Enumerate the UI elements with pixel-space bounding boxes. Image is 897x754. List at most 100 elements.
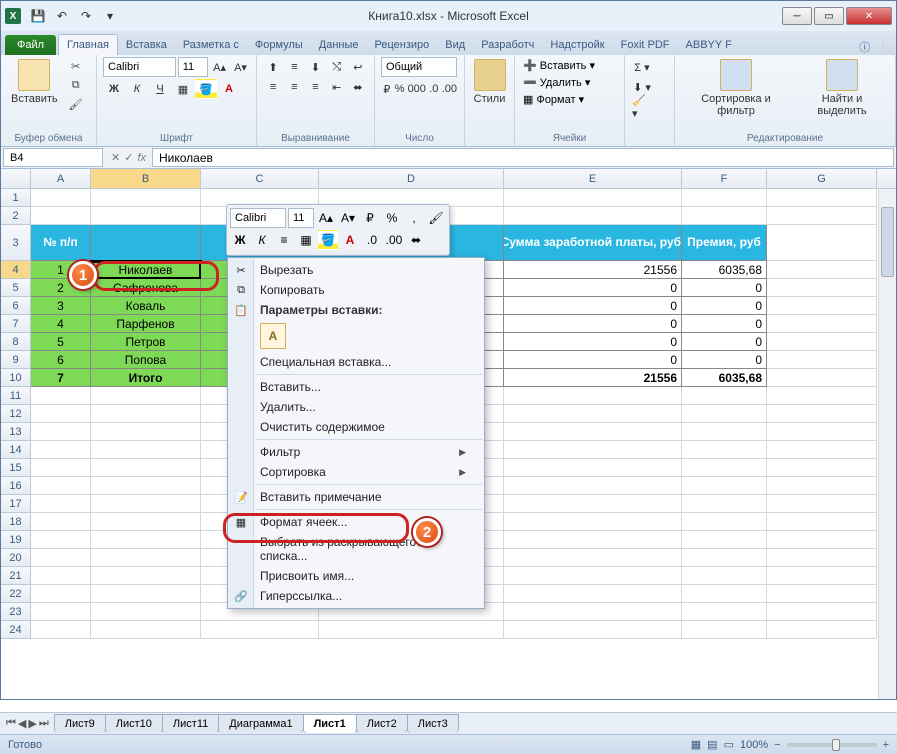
mini-inc-dec-icon[interactable]: .0 [362, 230, 382, 250]
mini-grow-font-icon[interactable]: A▴ [316, 208, 336, 228]
tab-insert[interactable]: Вставка [118, 35, 175, 55]
shrink-font-icon[interactable]: A▾ [231, 57, 250, 77]
paste-button[interactable]: Вставить [7, 57, 62, 107]
sheet-tab[interactable]: Лист10 [105, 714, 163, 733]
mini-italic-icon[interactable]: К [252, 230, 272, 250]
th-bonus[interactable]: Премия, руб [682, 225, 767, 261]
mini-percent-icon[interactable]: % [382, 208, 402, 228]
minimize-button[interactable]: ─ [782, 7, 812, 25]
format-painter-icon[interactable]: 🖌 [66, 95, 86, 113]
row-header[interactable]: 3 [1, 225, 31, 261]
col-header-b[interactable]: B [91, 169, 201, 188]
cm-delete[interactable]: Удалить... [228, 397, 484, 417]
col-header-g[interactable]: G [767, 169, 877, 188]
underline-button[interactable]: Ч [149, 79, 171, 99]
cm-hyperlink[interactable]: 🔗Гиперссылка... [228, 586, 484, 606]
row-header[interactable]: 2 [1, 207, 31, 225]
number-format-combo[interactable]: Общий [381, 57, 457, 77]
tab-layout[interactable]: Разметка с [175, 35, 247, 55]
italic-button[interactable]: К [126, 79, 148, 99]
close-button[interactable]: ✕ [846, 7, 892, 25]
decrease-decimal-icon[interactable]: .00 [441, 79, 458, 99]
percent-icon[interactable]: % [394, 79, 406, 99]
minimize-ribbon-icon[interactable]: ⓘ [859, 39, 870, 55]
file-tab[interactable]: Файл [5, 35, 56, 55]
cells-delete[interactable]: ➖ Удалить ▾ [521, 74, 618, 91]
sheet-tab[interactable]: Лист11 [162, 714, 219, 733]
sheet-tab[interactable]: Лист9 [54, 714, 106, 733]
maximize-button[interactable]: ▭ [814, 7, 844, 25]
clear-icon[interactable]: 🧹 ▾ [631, 97, 653, 117]
mini-shrink-font-icon[interactable]: A▾ [338, 208, 358, 228]
table-cell[interactable]: 21556 [504, 261, 682, 279]
th-name[interactable] [91, 225, 201, 261]
cm-paste-option-a[interactable]: А [228, 320, 484, 352]
tab-foxit[interactable]: Foxit PDF [613, 35, 678, 55]
mini-font-color-icon[interactable]: А [340, 230, 360, 250]
grow-font-icon[interactable]: A▴ [210, 57, 229, 77]
tab-abbyy[interactable]: ABBYY F [678, 35, 740, 55]
mini-comma-icon[interactable]: , [404, 208, 424, 228]
tab-developer[interactable]: Разработч [473, 35, 542, 55]
mini-merge-icon[interactable]: ⬌ [406, 230, 426, 250]
tab-formulas[interactable]: Формулы [247, 35, 311, 55]
cells-format[interactable]: ▦ Формат ▾ [521, 91, 618, 108]
sheet-tab[interactable]: Диаграмма1 [218, 714, 303, 733]
tab-view[interactable]: Вид [437, 35, 473, 55]
col-header-d[interactable]: D [319, 169, 504, 188]
font-color-button[interactable]: А [218, 79, 240, 99]
align-right-icon[interactable]: ≡ [305, 77, 325, 97]
formula-input[interactable]: Николаев [152, 148, 894, 167]
indent-dec-icon[interactable]: ⇤ [327, 77, 347, 97]
align-middle-icon[interactable]: ≡ [284, 57, 304, 77]
cm-filter[interactable]: Фильтр▶ [228, 442, 484, 462]
mini-bold-icon[interactable]: Ж [230, 230, 250, 250]
col-header-f[interactable]: F [682, 169, 767, 188]
zoom-in-icon[interactable]: + [883, 739, 889, 751]
select-all-corner[interactable] [1, 169, 31, 188]
tab-data[interactable]: Данные [311, 35, 367, 55]
border-button[interactable]: ▦ [172, 79, 194, 99]
tab-nav-prev-icon[interactable]: ◀ [18, 717, 26, 730]
tab-nav-first-icon[interactable]: ⏮ [6, 717, 16, 730]
tab-review[interactable]: Рецензиро [367, 35, 438, 55]
cancel-fx-icon[interactable]: ✕ [111, 151, 120, 164]
mini-border-icon[interactable]: ▦ [296, 230, 316, 250]
font-name-combo[interactable]: Calibri [103, 57, 176, 77]
mini-dec-dec-icon[interactable]: .00 [384, 230, 404, 250]
fill-color-button[interactable]: 🪣 [195, 79, 217, 99]
mini-size-combo[interactable]: 11 [288, 208, 314, 228]
bold-button[interactable]: Ж [103, 79, 125, 99]
cm-cut[interactable]: ✂Вырезать [228, 260, 484, 280]
merge-icon[interactable]: ⬌ [348, 77, 368, 97]
enter-fx-icon[interactable]: ✓ [124, 151, 133, 164]
cm-paste-special[interactable]: Специальная вставка... [228, 352, 484, 372]
align-center-icon[interactable]: ≡ [284, 77, 304, 97]
th-salary[interactable]: Сумма заработной платы, руб. [504, 225, 682, 261]
zoom-level[interactable]: 100% [740, 739, 768, 751]
qat-dropdown-icon[interactable]: ▾ [99, 5, 121, 27]
paste-option-icon[interactable]: А [260, 323, 286, 349]
cm-insert[interactable]: Вставить... [228, 377, 484, 397]
copy-icon[interactable]: ⧉ [66, 76, 86, 94]
cm-define-name[interactable]: Присвоить имя... [228, 566, 484, 586]
increase-decimal-icon[interactable]: .0 [428, 79, 440, 99]
mini-format-painter-icon[interactable]: 🖌 [426, 208, 446, 228]
save-icon[interactable]: 💾 [27, 5, 49, 27]
view-pagebreak-icon[interactable]: ▭ [724, 738, 734, 751]
name-box[interactable]: B4 [3, 148, 103, 167]
mini-font-combo[interactable]: Calibri [230, 208, 286, 228]
col-header-e[interactable]: E [504, 169, 682, 188]
align-bottom-icon[interactable]: ⬇ [305, 57, 325, 77]
autosum-icon[interactable]: Σ ▾ [631, 57, 653, 77]
selected-cell[interactable]: Николаев [91, 261, 201, 279]
view-normal-icon[interactable]: ▦ [691, 738, 701, 751]
cells-insert[interactable]: ➕ Вставить ▾ [521, 57, 618, 74]
zoom-slider[interactable] [787, 743, 877, 747]
cm-clear[interactable]: Очистить содержимое [228, 417, 484, 437]
tab-nav-last-icon[interactable]: ⏭ [39, 717, 49, 730]
spreadsheet-grid[interactable]: A B C D E F G 1 2 3 № п/п Сумма заработн… [1, 169, 896, 699]
vertical-scrollbar[interactable] [878, 189, 896, 699]
sheet-tab-active[interactable]: Лист1 [303, 714, 357, 733]
find-select-button[interactable]: Найти и выделить [795, 57, 889, 119]
